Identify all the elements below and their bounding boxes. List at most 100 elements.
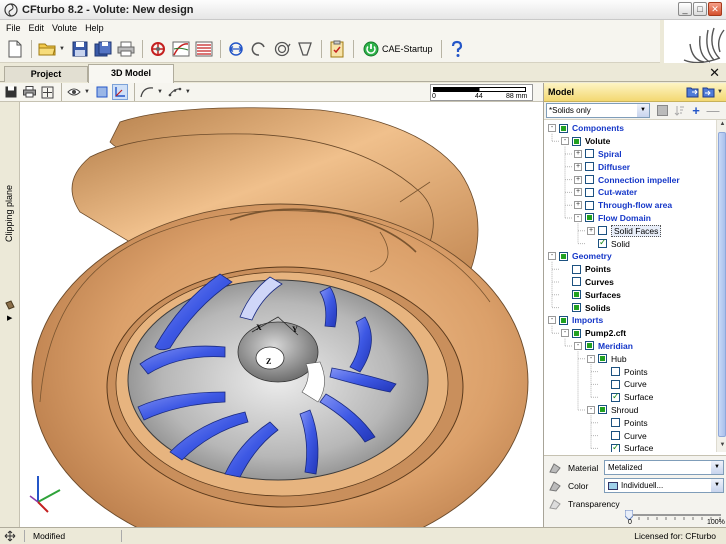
tree-item[interactable]: - Volute bbox=[561, 135, 610, 148]
model-import-button[interactable] bbox=[685, 85, 699, 99]
expand-icon[interactable]: + bbox=[574, 201, 582, 210]
filter-sort-button[interactable] bbox=[672, 104, 686, 118]
save-as-button[interactable] bbox=[92, 38, 114, 60]
tree-item-checkbox[interactable] bbox=[572, 328, 581, 338]
tree-item[interactable]: Solid bbox=[587, 237, 630, 250]
view-save-button[interactable] bbox=[3, 84, 19, 100]
scroll-down-arrow[interactable]: ▼ bbox=[718, 442, 726, 452]
tree-item[interactable]: + Spiral bbox=[574, 148, 622, 161]
tree-item-checkbox[interactable] bbox=[598, 226, 607, 236]
tree-item[interactable]: - Imports bbox=[548, 314, 603, 327]
3d-viewport[interactable]: X Y Z bbox=[20, 102, 543, 527]
tree-item-checkbox[interactable] bbox=[585, 213, 594, 223]
expand-icon[interactable]: + bbox=[574, 149, 582, 158]
clipping-plane-icon[interactable] bbox=[5, 300, 15, 310]
collapse-icon[interactable]: - bbox=[561, 137, 569, 146]
tree-item[interactable]: + Cut-water bbox=[574, 186, 637, 199]
close-tab-icon[interactable]: ✕ bbox=[709, 65, 720, 81]
tab-project[interactable]: Project bbox=[4, 66, 88, 82]
menu-file[interactable]: File bbox=[6, 23, 21, 33]
tree-item[interactable]: Points bbox=[600, 365, 648, 378]
tree-item[interactable]: Surfaces bbox=[561, 288, 621, 301]
clipping-expand-arrow[interactable]: ▶ bbox=[7, 314, 12, 322]
points-dropdown-arrow[interactable]: ▼ bbox=[185, 89, 191, 95]
menu-volute[interactable]: Volute bbox=[52, 23, 77, 33]
cae-startup-button[interactable]: CAE-Startup bbox=[358, 38, 438, 60]
tree-item-checkbox[interactable] bbox=[611, 391, 620, 402]
expand-icon[interactable]: + bbox=[587, 226, 595, 235]
view-axes-button[interactable] bbox=[111, 84, 128, 100]
collapse-icon[interactable]: - bbox=[587, 405, 595, 414]
menu-help[interactable]: Help bbox=[85, 23, 104, 33]
tree-item[interactable]: Points bbox=[561, 263, 611, 276]
save-button[interactable] bbox=[69, 38, 91, 60]
tree-item[interactable]: - Components bbox=[548, 122, 624, 135]
tree-item-checkbox[interactable] bbox=[572, 290, 581, 300]
tree-item[interactable]: Surface bbox=[600, 442, 653, 452]
tree-item-checkbox[interactable] bbox=[585, 341, 594, 351]
solids-filter-select[interactable]: *Solids only ▼ bbox=[546, 103, 650, 118]
tree-item[interactable]: - Hub bbox=[587, 352, 627, 365]
minimize-button[interactable]: _ bbox=[678, 2, 692, 16]
tab-3d-model[interactable]: 3D Model bbox=[88, 64, 174, 83]
spiral-button[interactable] bbox=[248, 38, 270, 60]
export-dropdown-arrow[interactable]: ▼ bbox=[717, 89, 723, 99]
view-fit-button[interactable] bbox=[39, 84, 55, 100]
tree-item[interactable]: + Through-flow area bbox=[574, 199, 672, 212]
tree-item[interactable]: + Solid Faces bbox=[587, 224, 662, 237]
blades-button[interactable] bbox=[193, 38, 215, 60]
model-settings-button[interactable] bbox=[147, 38, 169, 60]
tree-item[interactable]: Curve bbox=[600, 378, 647, 391]
collapse-icon[interactable]: - bbox=[574, 341, 582, 350]
tree-item-checkbox[interactable] bbox=[598, 405, 607, 415]
tree-item-checkbox[interactable] bbox=[611, 379, 620, 389]
tree-item[interactable]: Solids bbox=[561, 301, 611, 314]
view-points-button[interactable] bbox=[167, 84, 183, 100]
color-select[interactable]: Individuell... ▼ bbox=[604, 478, 724, 493]
volute-shape-button[interactable] bbox=[271, 38, 293, 60]
tree-item-checkbox[interactable] bbox=[572, 264, 581, 274]
collapse-icon[interactable]: - bbox=[587, 354, 595, 363]
view-print-button[interactable] bbox=[21, 84, 37, 100]
filter-save-button[interactable] bbox=[655, 104, 669, 118]
collapse-icon[interactable]: - bbox=[561, 329, 569, 338]
tree-item-checkbox[interactable] bbox=[611, 367, 620, 377]
tree-item-checkbox[interactable] bbox=[559, 251, 568, 261]
tree-item[interactable]: Points bbox=[600, 416, 648, 429]
tree-item[interactable]: - Meridian bbox=[574, 340, 633, 353]
tree-item-checkbox[interactable] bbox=[572, 303, 581, 313]
collapse-icon[interactable]: - bbox=[548, 316, 556, 325]
scroll-up-arrow[interactable]: ▲ bbox=[718, 121, 726, 131]
tree-item-checkbox[interactable] bbox=[611, 418, 620, 428]
tree-item-checkbox[interactable] bbox=[585, 200, 594, 210]
maximize-button[interactable]: □ bbox=[693, 2, 707, 16]
diffuser-button[interactable] bbox=[294, 38, 316, 60]
tree-item-checkbox[interactable] bbox=[611, 431, 620, 441]
tree-item-checkbox[interactable] bbox=[611, 442, 620, 452]
transparency-slider[interactable] bbox=[629, 514, 721, 516]
tree-item-checkbox[interactable] bbox=[598, 354, 607, 364]
tree-item[interactable]: Curves bbox=[561, 276, 614, 289]
open-button[interactable] bbox=[36, 38, 58, 60]
tree-item[interactable]: + Connection impeller bbox=[574, 173, 680, 186]
scrollbar-thumb[interactable] bbox=[718, 132, 726, 437]
menu-edit[interactable]: Edit bbox=[29, 23, 45, 33]
tree-item-checkbox[interactable] bbox=[572, 277, 581, 287]
open-dropdown-arrow[interactable]: ▼ bbox=[59, 46, 65, 52]
view-curve-button[interactable] bbox=[139, 84, 155, 100]
dimensions-button[interactable] bbox=[225, 38, 247, 60]
meridian-button[interactable] bbox=[170, 38, 192, 60]
tree-item[interactable]: - Geometry bbox=[548, 250, 612, 263]
add-item-button[interactable]: + bbox=[689, 103, 703, 118]
tree-scrollbar[interactable]: ▲ ▼ bbox=[716, 120, 726, 452]
collapse-icon[interactable]: - bbox=[548, 252, 556, 261]
clipping-plane-label[interactable]: Clipping plane bbox=[4, 185, 14, 242]
expand-icon[interactable]: + bbox=[574, 162, 582, 171]
view-select-button[interactable] bbox=[94, 84, 110, 100]
report-button[interactable] bbox=[326, 38, 348, 60]
tree-item[interactable]: - Pump2.cft bbox=[561, 327, 626, 340]
new-file-button[interactable] bbox=[4, 38, 26, 60]
tree-item-checkbox[interactable] bbox=[598, 237, 607, 249]
curve-dropdown-arrow[interactable]: ▼ bbox=[157, 89, 163, 95]
tree-item-checkbox[interactable] bbox=[559, 123, 568, 133]
